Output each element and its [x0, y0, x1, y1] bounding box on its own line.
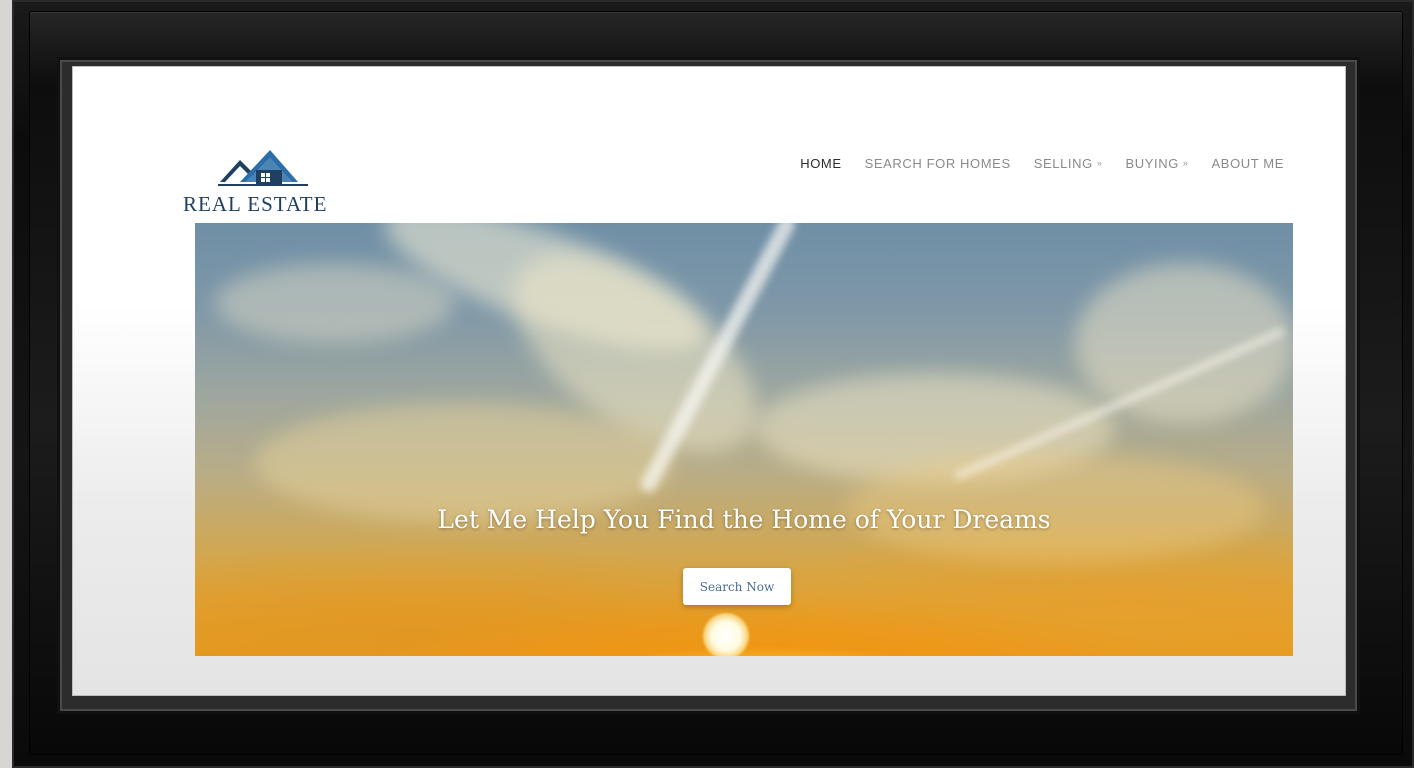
nav-label: SELLING: [1033, 156, 1093, 171]
nav-selling[interactable]: SELLING »: [1034, 156, 1103, 171]
nav-search-for-homes[interactable]: SEARCH FOR HOMES: [865, 156, 1011, 171]
nav-label: BUYING: [1125, 156, 1179, 171]
nav-label: SEARCH FOR HOMES: [864, 156, 1011, 171]
sun: [703, 613, 749, 656]
main-nav: HOME SEARCH FOR HOMES SELLING » BUYING »…: [800, 156, 1284, 171]
logo-text: REAL ESTATE: [183, 192, 328, 216]
house-roofs-icon: [218, 150, 308, 186]
nav-buying[interactable]: BUYING »: [1125, 156, 1188, 171]
double-chevron-down-icon: »: [1096, 158, 1103, 168]
hero-title: Let Me Help You Find the Home of Your Dr…: [437, 505, 1051, 534]
website-page: REAL ESTATE HOME SEARCH FOR HOMES SELLIN…: [72, 66, 1346, 696]
nav-about-me[interactable]: ABOUT ME: [1212, 156, 1284, 171]
nav-home[interactable]: HOME: [800, 156, 841, 171]
nav-label: ABOUT ME: [1211, 156, 1284, 171]
hero-banner: Let Me Help You Find the Home of Your Dr…: [195, 223, 1293, 656]
double-chevron-down-icon: »: [1182, 158, 1189, 168]
cloud: [215, 263, 455, 343]
site-logo[interactable]: REAL ESTATE: [183, 150, 343, 220]
search-now-button[interactable]: Search Now: [683, 568, 791, 605]
nav-label: HOME: [800, 156, 842, 171]
